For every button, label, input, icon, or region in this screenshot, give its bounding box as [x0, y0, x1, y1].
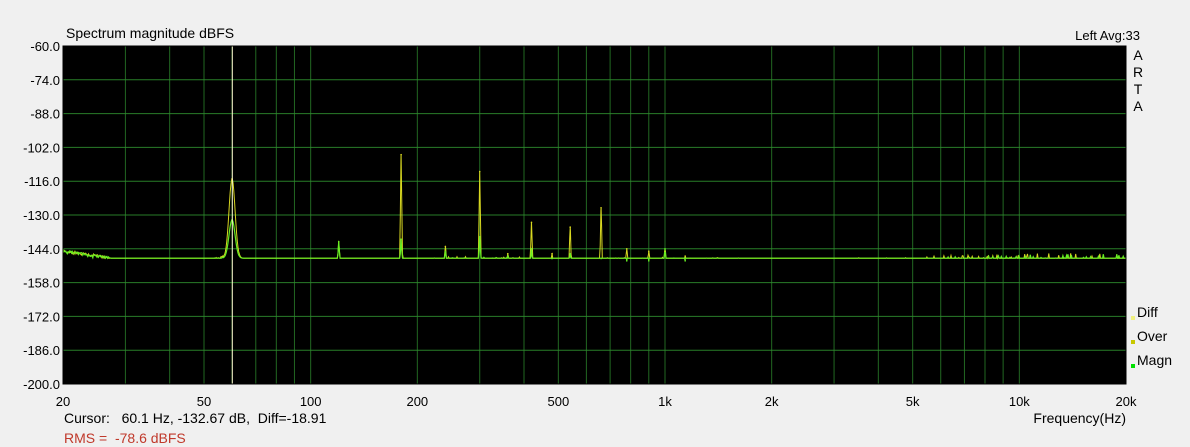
peak-point-over [400, 153, 402, 156]
peak-point-magn [530, 248, 533, 250]
peak-point-magn [551, 257, 553, 260]
y-tick-label: -172.0 [23, 309, 60, 324]
y-tick-label: -88.0 [30, 107, 60, 122]
legend-label-diff: Diff [1137, 304, 1158, 320]
peak-point-magn [506, 255, 509, 257]
peak-point-over [506, 252, 509, 255]
y-tick-label: -116.0 [24, 174, 60, 189]
x-tick-label: 20 [56, 394, 70, 409]
y-tick-label: -200.0 [23, 377, 60, 392]
y-tick-label: -60.0 [30, 39, 60, 54]
legend-item-over[interactable]: Over [1131, 328, 1167, 344]
peak-point-over [647, 250, 650, 253]
peak-point-over [625, 248, 628, 250]
y-tick-label: -144.0 [23, 242, 60, 257]
x-tick-label: 100 [300, 394, 322, 409]
peak-point-magn [625, 260, 628, 262]
x-tick-label: 1k [658, 394, 672, 409]
legend-swatch-diff [1131, 316, 1135, 320]
legend-label-over: Over [1137, 328, 1168, 344]
peak-point-over [569, 226, 571, 228]
x-tick-label: 20k [1116, 394, 1137, 409]
y-tick-label: -74.0 [30, 73, 60, 88]
x-tick-label: 500 [547, 394, 569, 409]
legend-item-diff[interactable]: Diff [1131, 304, 1158, 320]
peak-point-magn [478, 235, 481, 238]
legend-swatch-over [1131, 340, 1135, 344]
peak-point-over [551, 252, 553, 255]
peak-point-magn [337, 240, 340, 243]
x-axis-label: Frequency(Hz) [1033, 410, 1126, 426]
x-tick-label: 200 [406, 394, 428, 409]
y-tick-label: -102.0 [23, 140, 60, 155]
legend-label-magn: Magn [1137, 352, 1173, 368]
legend-swatch-magn [1131, 364, 1135, 368]
peak-point-over [478, 170, 481, 173]
peak-point-magn [647, 260, 650, 262]
rms-readout: RMS = -78.6 dBFS [64, 430, 186, 446]
peak-point-over [684, 255, 686, 257]
peak-point-magn [400, 238, 402, 240]
y-tick-label: -130.0 [23, 208, 60, 223]
peak-point-magn [444, 250, 447, 253]
peak-point-magn [569, 252, 571, 255]
legend-item-magn[interactable]: Magn [1131, 352, 1172, 368]
y-tick-label: -158.0 [23, 276, 60, 291]
spectrum-plot[interactable]: -60.0 -74.0 -88.0 -102.0 -116.0 -130.0 -144.0 -… [0, 0, 1190, 447]
x-tick-label: 10k [1009, 394, 1030, 409]
peak-point-magn [664, 248, 666, 250]
peak-point-over [664, 250, 666, 253]
x-tick-label: 5k [906, 394, 920, 409]
cursor-readout: Cursor: 60.1 Hz, -132.67 dB, Diff=-18.91 [64, 410, 327, 426]
y-tick-label: -186.0 [23, 343, 60, 358]
peak-point-over [530, 221, 533, 224]
x-tick-label: 50 [197, 394, 211, 409]
peak-point-over [444, 245, 447, 248]
peak-point-over [600, 206, 602, 209]
peak-point-magn [600, 257, 602, 260]
x-tick-label: 2k [765, 394, 779, 409]
peak-point-magn [684, 260, 686, 262]
